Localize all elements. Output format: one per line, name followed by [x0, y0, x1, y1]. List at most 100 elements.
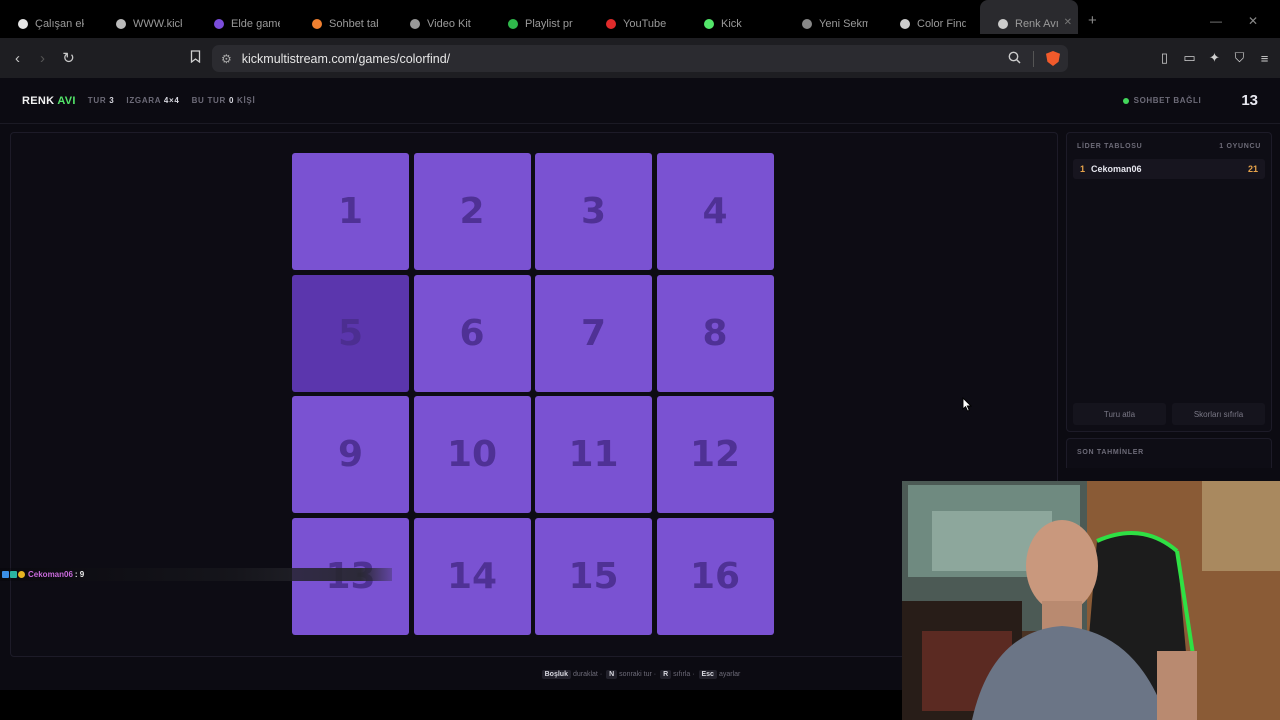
- minimize-icon[interactable]: —: [1210, 14, 1222, 28]
- tab-label: Elde game: [231, 18, 280, 30]
- browser-tab[interactable]: Sohbet tab: [294, 0, 392, 34]
- browser-tab[interactable]: Elde game: [196, 0, 294, 34]
- game-header: RENK AVI TUR 3 IZGARA 4×4 BU TUR 0 KİŞİ …: [0, 78, 1280, 124]
- grid-cell[interactable]: 2: [413, 153, 531, 270]
- browser-tab[interactable]: WWW.kick...: [98, 0, 196, 34]
- cell-number: 10: [446, 434, 498, 475]
- cell-number: 7: [580, 312, 607, 354]
- this-round-suffix: KİŞİ: [237, 96, 256, 105]
- close-window-icon[interactable]: ✕: [1248, 14, 1258, 28]
- mod-badge-icon: [10, 571, 17, 578]
- webcam-image: [902, 481, 1280, 720]
- tab-label: Sohbet tab: [329, 18, 378, 30]
- grid-cell[interactable]: 3: [535, 153, 652, 270]
- game-logo: RENK AVI: [22, 95, 76, 107]
- grid-cell[interactable]: 8: [656, 274, 774, 392]
- grid-value: 4×4: [163, 96, 180, 105]
- browser-tab[interactable]: Video Kit: [392, 0, 490, 34]
- status-dot-icon: [1122, 97, 1129, 104]
- browser-tab[interactable]: YouTube: [588, 0, 686, 34]
- grid-label: IZGARA: [126, 96, 161, 105]
- skip-round-button[interactable]: Turu atla: [1073, 403, 1166, 425]
- tab-favicon-icon: [214, 19, 224, 29]
- grid-cell[interactable]: 12: [656, 396, 774, 513]
- reset-scores-button[interactable]: Skorları sıfırla: [1172, 403, 1265, 425]
- grid-cell[interactable]: 5: [292, 274, 409, 392]
- hint-key: N: [606, 670, 618, 679]
- leaderboard-title: LİDER TABLOSU: [1077, 143, 1143, 150]
- grid-cell[interactable]: 14: [413, 517, 531, 635]
- recent-guesses-panel: SON TAHMİNLER: [1066, 438, 1272, 468]
- cell-number: 16: [689, 555, 741, 597]
- cell-number: 3: [580, 191, 607, 232]
- tab-favicon-icon: [116, 19, 126, 29]
- leaderboard-row: 1 Cekoman06 21: [1073, 159, 1265, 179]
- hint-desc: sıfırla ·: [673, 671, 695, 678]
- leo-ai-icon[interactable]: ✦: [1205, 50, 1224, 66]
- tab-label: WWW.kick...: [133, 18, 182, 30]
- browser-tab[interactable]: Kick: [686, 0, 784, 34]
- grid-info: IZGARA 4×4: [126, 96, 179, 105]
- tab-label: Yeni Sekme: [819, 18, 868, 30]
- cell-number: 2: [459, 191, 485, 232]
- grid-cell[interactable]: 16: [656, 517, 774, 635]
- grid-cell[interactable]: 6: [413, 274, 531, 392]
- grid-cell[interactable]: 4: [656, 153, 774, 270]
- grid-cell[interactable]: 11: [535, 396, 652, 513]
- menu-icon[interactable]: ≡: [1255, 51, 1274, 66]
- grid-cell[interactable]: 7: [535, 274, 652, 392]
- grid-cell[interactable]: 15: [535, 517, 652, 635]
- grid-cell[interactable]: 1: [292, 153, 409, 270]
- sub-badge-icon: [2, 571, 9, 578]
- url-separator: [1033, 50, 1034, 67]
- leaderboard-panel: LİDER TABLOSU 1 OYUNCU 1 Cekoman06 21 Tu…: [1066, 132, 1272, 432]
- browser-tab[interactable]: Yeni Sekme: [784, 0, 882, 34]
- hint-desc: ayarlar: [718, 671, 741, 678]
- countdown-timer: 13: [1241, 92, 1258, 109]
- tab-label: Kick: [721, 18, 742, 30]
- wallet-icon[interactable]: ▭: [1180, 50, 1199, 66]
- address-bar[interactable]: ⚙ kickmultistream.com/games/colorfind/: [212, 45, 1068, 72]
- browser-tab[interactable]: Çalışan ekran: [0, 0, 98, 34]
- sidebar-toggle-icon[interactable]: ▯: [1155, 50, 1174, 66]
- color-grid: 12345678910111213141516: [292, 153, 776, 637]
- grid-cell[interactable]: 9: [292, 396, 409, 513]
- reload-icon[interactable]: ↻: [56, 49, 81, 67]
- hint-key: Boşluk: [541, 670, 571, 679]
- cell-number: 9: [337, 434, 364, 475]
- tab-favicon-icon: [802, 19, 812, 29]
- browser-tab[interactable]: Playlist pr: [490, 0, 588, 34]
- recent-guesses-title: SON TAHMİNLER: [1077, 449, 1144, 456]
- forward-icon[interactable]: ›: [30, 50, 55, 67]
- leaderboard-score: 21: [1247, 164, 1258, 174]
- logo-word-1: RENK: [22, 94, 55, 107]
- browser-tab[interactable]: Renk Avı ✕: [980, 0, 1078, 34]
- grid-cell[interactable]: 10: [413, 396, 531, 513]
- tab-label: YouTube: [623, 18, 667, 30]
- tab-label: Video Kit: [427, 18, 471, 30]
- hint-desc: sonraki tur ·: [619, 671, 657, 678]
- cell-number: 8: [702, 312, 728, 354]
- back-icon[interactable]: ‹: [5, 50, 30, 67]
- url-text[interactable]: kickmultistream.com/games/colorfind/: [242, 52, 450, 66]
- zoom-icon[interactable]: [1008, 51, 1021, 67]
- tab-favicon-icon: [606, 19, 616, 29]
- cell-number: 4: [702, 191, 728, 232]
- player-count: 1 OYUNCU: [1219, 143, 1261, 150]
- cell-number: 12: [689, 434, 741, 475]
- bookmark-icon[interactable]: [183, 49, 208, 67]
- tab-favicon-icon: [410, 19, 420, 29]
- brave-shields-icon[interactable]: [1046, 51, 1060, 66]
- toolbar-extensions: ▯ ▭ ✦ ⛉ ≡: [1155, 38, 1274, 78]
- tab-close-icon[interactable]: ✕: [1064, 17, 1072, 28]
- new-tab-button[interactable]: +: [1078, 0, 1107, 29]
- browser-tab[interactable]: Color Find: [882, 0, 980, 34]
- site-info-icon[interactable]: ⚙: [221, 52, 232, 66]
- tab-favicon-icon: [900, 19, 910, 29]
- gift-badge-icon: [18, 571, 25, 578]
- leaderboard-name: Cekoman06: [1091, 164, 1142, 174]
- tab-label: Color Find: [917, 18, 966, 30]
- this-round-value: 0: [228, 96, 235, 105]
- vpn-shield-icon[interactable]: ⛉: [1230, 50, 1249, 66]
- tab-favicon-icon: [508, 19, 518, 29]
